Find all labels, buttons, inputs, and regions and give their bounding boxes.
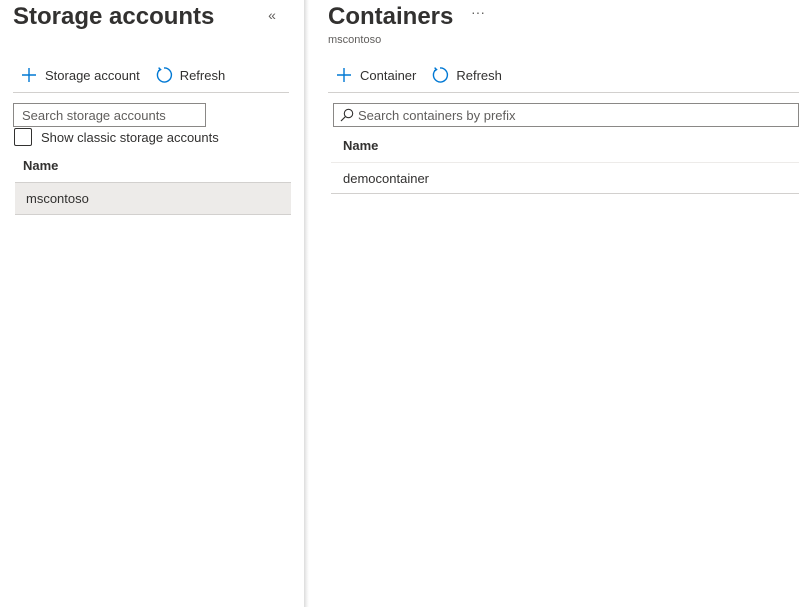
name-column-header[interactable]: Name [343,138,378,153]
containers-title: Containers [328,3,454,30]
search-storage-accounts-placeholder: Search storage accounts [22,107,166,123]
add-storage-account-button[interactable]: Storage account [19,65,140,85]
search-containers-placeholder: Search containers by prefix [358,107,516,123]
add-storage-account-label: Storage account [45,67,140,83]
container-name: democontainer [343,170,429,186]
containers-subtitle: mscontoso [328,34,382,46]
storage-accounts-title: Storage accounts [13,3,215,30]
refresh-storage-accounts-label: Refresh [179,67,226,83]
refresh-storage-accounts-button[interactable]: Refresh [154,65,226,85]
storage-accounts-toolbar: Storage account Refresh [19,63,225,87]
add-container-label: Container [360,67,417,83]
show-classic-row: Show classic storage accounts [14,128,219,146]
refresh-containers-label: Refresh [456,67,502,83]
add-container-button[interactable]: Container [334,65,416,85]
name-column-header[interactable]: Name [23,158,58,173]
search-containers-input[interactable]: Search containers by prefix [333,103,799,127]
storage-accounts-pane: Storage accounts « Storage account Refre… [0,0,304,607]
toolbar-divider [328,92,799,93]
refresh-icon [430,65,450,85]
refresh-containers-button[interactable]: Refresh [430,65,502,85]
containers-toolbar: Container Refresh [334,63,502,87]
show-classic-label: Show classic storage accounts [41,129,219,145]
refresh-icon [154,65,174,85]
collapse-icon[interactable]: « [263,6,281,24]
search-icon [340,108,354,122]
search-storage-accounts-input[interactable]: Search storage accounts [13,103,206,127]
list-item[interactable]: mscontoso [15,182,291,215]
containers-pane: Containers ··· mscontoso Container Refre… [309,0,799,607]
more-icon[interactable]: ··· [469,5,487,24]
storage-account-name: mscontoso [26,191,89,206]
plus-icon [334,65,354,85]
plus-icon [19,65,39,85]
list-item[interactable]: democontainer [331,162,799,194]
toolbar-divider [13,92,289,93]
show-classic-checkbox[interactable] [14,128,32,146]
